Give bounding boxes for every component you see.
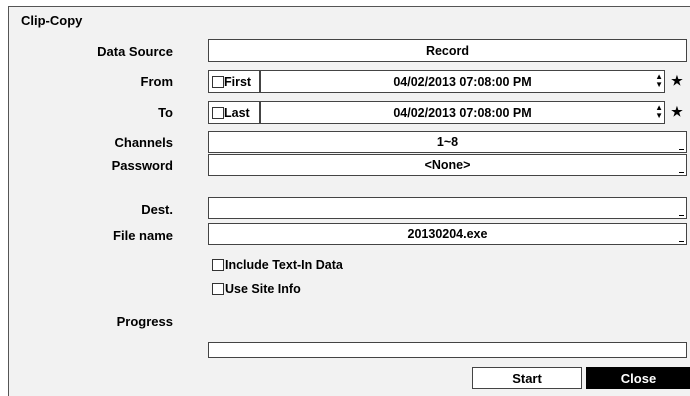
data-source-select[interactable]: Record [208,39,687,62]
include-text-in-option[interactable]: Include Text-In Data [212,258,343,272]
dest-field[interactable] [208,197,687,219]
dest-label: Dest. [141,202,173,217]
clip-copy-dialog: Clip-Copy Data Source Record From First … [8,6,690,396]
use-site-info-checkbox[interactable] [212,283,224,295]
dialog-title: Clip-Copy [21,13,83,28]
to-datetime-value: 04/02/2013 07:08:00 PM [393,105,532,120]
last-checkbox[interactable] [212,106,224,119]
start-button[interactable]: Start [472,367,582,389]
from-datetime-field[interactable]: 04/02/2013 07:08:00 PM ▲ ▼ [260,70,665,93]
password-label: Password [111,158,173,173]
data-source-label: Data Source [97,44,173,59]
include-text-in-checkbox[interactable] [212,259,224,271]
password-field[interactable]: <None> [208,154,687,176]
include-text-in-label: Include Text-In Data [225,258,343,272]
progress-label: Progress [116,314,173,329]
channels-value: 1~8 [436,135,459,149]
to-datetime-field[interactable]: 04/02/2013 07:08:00 PM ▲ ▼ [260,101,665,124]
file-name-value: 20130204.exe [407,227,488,241]
use-site-info-option[interactable]: Use Site Info [212,282,301,296]
password-value: <None> [424,158,471,172]
first-checkbox-label: First [224,74,252,89]
to-label: To [158,105,173,120]
spinner-arrows-icon[interactable]: ▲ ▼ [655,104,663,120]
last-checkbox-label: Last [224,105,250,120]
from-datetime-value: 04/02/2013 07:08:00 PM [393,74,532,89]
progress-bar [208,342,687,358]
first-checkbox[interactable] [212,75,224,88]
to-last-toggle[interactable]: Last [208,101,260,124]
channels-field[interactable]: 1~8 [208,131,687,153]
data-source-value: Record [425,43,470,58]
from-label: From [140,74,174,89]
close-button[interactable]: Close [586,367,690,389]
channels-label: Channels [114,135,173,150]
from-first-toggle[interactable]: First [208,70,260,93]
file-name-label: File name [113,228,173,243]
use-site-info-label: Use Site Info [225,282,301,296]
file-name-field[interactable]: 20130204.exe [208,223,687,245]
star-icon[interactable]: ★ [665,101,689,123]
spinner-arrows-icon[interactable]: ▲ ▼ [655,73,663,89]
star-icon[interactable]: ★ [665,70,689,92]
